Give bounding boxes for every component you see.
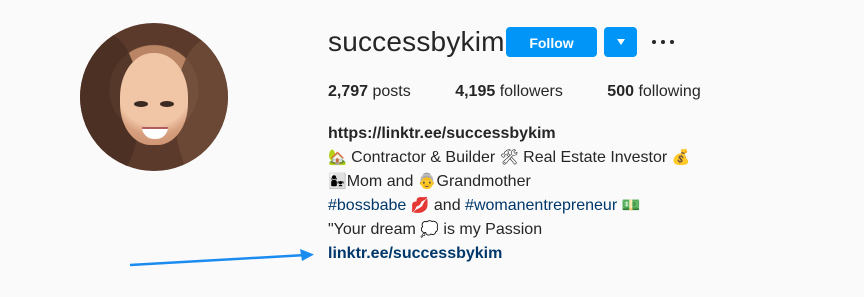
bio-text: Real Estate Investor (523, 149, 668, 166)
money-bag-icon: 💰 (671, 149, 691, 166)
profile-stats: 2,797 posts 4,195 followers 500 followin… (328, 83, 741, 101)
profile-avatar[interactable] (80, 23, 228, 171)
avatar-face (120, 53, 188, 145)
bio-text: "Your dream (328, 221, 416, 238)
posts-stat: 2,797 posts (328, 83, 411, 101)
bio-line-3: 👩‍👧Mom and 👵Grandmother (328, 170, 690, 194)
dollar-bill-icon: 💵 (621, 197, 641, 214)
avatar-eye-left (134, 101, 148, 107)
profile-bio: https://linktr.ee/successbykim 🏡 Contrac… (328, 122, 690, 266)
bio-text: Contractor & Builder (351, 149, 496, 166)
suggestions-dropdown-button[interactable] (604, 27, 637, 57)
following-stat[interactable]: 500 following (607, 83, 700, 101)
posts-count: 2,797 (328, 83, 369, 100)
bio-line-link: https://linktr.ee/successbykim (328, 122, 690, 146)
bio-line-6: linktr.ee/successbykim (328, 242, 690, 266)
bio-website-link[interactable]: https://linktr.ee/successbykim (328, 125, 556, 142)
dot (652, 40, 656, 44)
chevron-down-icon (616, 39, 625, 45)
dot (661, 40, 665, 44)
arrow-head (300, 249, 314, 261)
house-icon: 🏡 (328, 149, 347, 166)
avatar-smile (142, 127, 168, 139)
follow-button[interactable]: Follow (506, 27, 597, 57)
following-count: 500 (607, 83, 634, 100)
profile-username: successbykim (328, 26, 505, 57)
bio-text: Grandmother (436, 173, 531, 190)
bio-external-link[interactable]: linktr.ee/successbykim (328, 245, 502, 262)
hashtag-womanentrepreneur[interactable]: #womanentrepreneur (465, 197, 617, 214)
dot (670, 40, 674, 44)
grandmother-icon: 👵 (417, 173, 437, 190)
bio-text: is my Passion (443, 221, 543, 238)
bio-text: Mom and (346, 173, 414, 190)
annotation-arrow-icon (129, 249, 314, 267)
followers-label: followers (499, 83, 563, 100)
avatar-eye-right (160, 101, 174, 107)
following-label: following (638, 83, 701, 100)
bio-line-4: #bossbabe 💋 and #womanentrepreneur 💵 (328, 194, 690, 218)
more-options-icon[interactable] (652, 32, 674, 52)
followers-stat[interactable]: 4,195 followers (455, 83, 563, 101)
mother-daughter-icon: 👩‍👧 (328, 173, 347, 190)
posts-label: posts (372, 83, 411, 100)
bio-line-2: 🏡 Contractor & Builder 🛠 Real Estate Inv… (328, 146, 690, 170)
bio-text: and (433, 197, 461, 214)
followers-count: 4,195 (455, 83, 496, 100)
hashtag-bossbabe[interactable]: #bossbabe (328, 197, 406, 214)
bio-line-5: "Your dream 💭 is my Passion (328, 218, 690, 242)
lips-icon: 💋 (410, 197, 430, 214)
arrow-shaft (129, 253, 307, 267)
tools-icon: 🛠 (499, 149, 519, 166)
thought-bubble-icon: 💭 (420, 221, 439, 238)
